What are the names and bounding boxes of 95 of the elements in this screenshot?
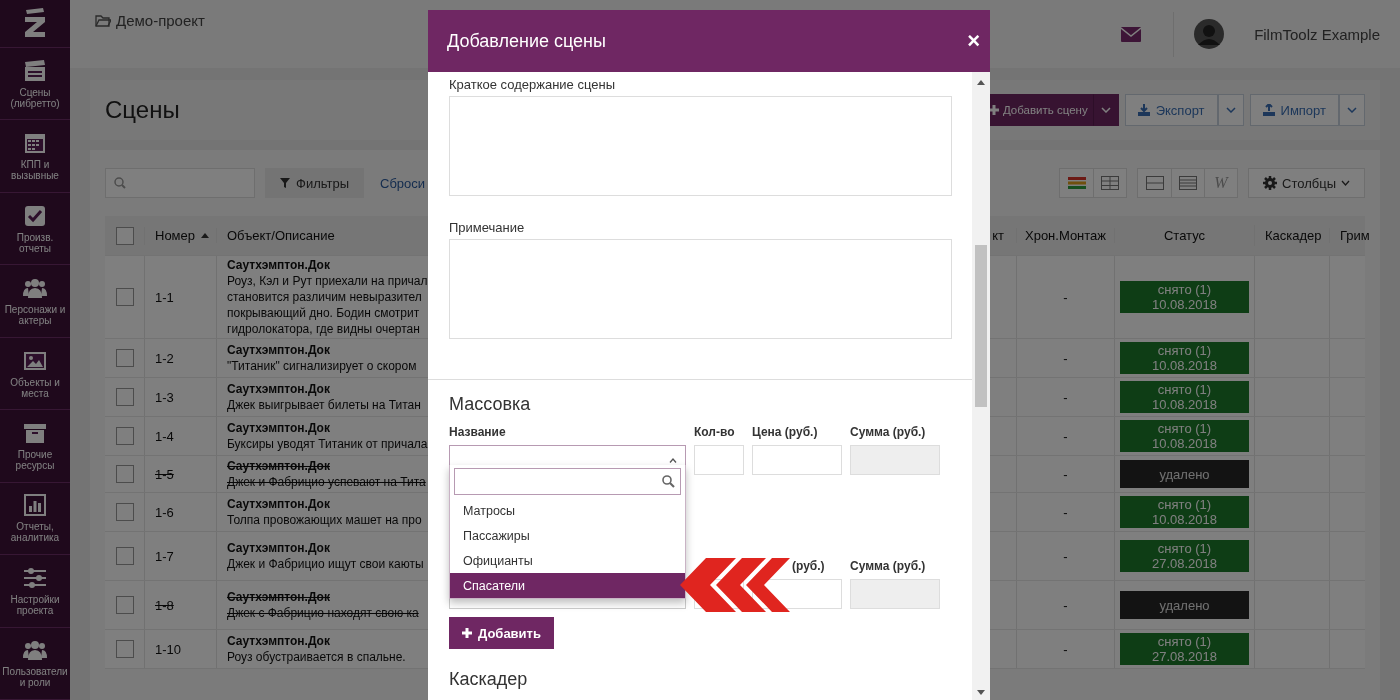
status-label: снято (1): [1157, 282, 1212, 297]
scene-description: Джек и Фабрицио ищут свои каюты: [227, 556, 424, 572]
place-name: Саутхэмптон.Док: [227, 540, 330, 556]
column-header[interactable]: Грим: [1340, 228, 1370, 243]
scene-description: Роуз обустраивается в спальне.: [227, 649, 406, 665]
scene-description: Толпа провожающих машет на про: [227, 512, 422, 528]
table-cell: -: [1063, 548, 1068, 564]
status-label: удалено: [1159, 466, 1210, 482]
table-cell: -: [1063, 389, 1068, 405]
status-date: 10.08.2018: [1151, 436, 1218, 451]
filter-button[interactable]: Фильтры: [265, 168, 364, 198]
place-name: Саутхэмптон.Док: [227, 342, 330, 358]
sidebar-label: Объекты и места: [9, 376, 61, 399]
sidebar-label: Сцены (либретто): [9, 86, 61, 109]
status-date: 27.08.2018: [1151, 649, 1218, 664]
column-header[interactable]: Статус: [1163, 228, 1206, 243]
status-date: 27.08.2018: [1151, 556, 1218, 571]
status-date: 10.08.2018: [1151, 397, 1218, 412]
add-button[interactable]: Добавить: [449, 617, 554, 649]
sidebar-label: Отчеты, аналитика: [9, 521, 61, 544]
place-name: Саутхэмптон.Док: [227, 381, 330, 397]
sidebar-label: Произв. отчеты: [15, 231, 55, 254]
field-label: Название: [449, 425, 507, 439]
status-label: снято (1): [1157, 343, 1212, 358]
table-cell: -: [1063, 504, 1068, 520]
field-label: Кол-во: [694, 425, 736, 439]
place-name: Саутхэмптон.Док: [227, 496, 330, 512]
field-label: Краткое содержание сцены: [449, 77, 616, 92]
sidebar-label: Пользователи и роли: [1, 666, 69, 689]
scene-description: Роуз, Кэл и Рут приехали на причал: [227, 273, 428, 289]
field-label: (руб.): [791, 559, 826, 573]
status-date: 10.08.2018: [1151, 512, 1218, 527]
sidebar-label: КПП и вызывные: [10, 159, 60, 182]
status-date: 10.08.2018: [1151, 358, 1218, 373]
scene-number: 1-8: [155, 597, 174, 613]
column-header[interactable]: Каскадер: [1265, 228, 1322, 243]
scene-description: покрывающий дно. Бодин смотрит: [227, 305, 420, 321]
table-cell: -: [1063, 597, 1068, 613]
field-label: Сумма (руб.): [850, 559, 927, 573]
reset-link[interactable]: Сброси: [380, 175, 426, 191]
place-name: Саутхэмптон.Док: [227, 589, 330, 605]
section-heading: Каскадер: [449, 669, 529, 690]
sidebar-label: Прочие ресурсы: [14, 448, 56, 471]
scene-number: 1-7: [155, 548, 174, 564]
sidebar-label: Настройки проекта: [9, 593, 61, 616]
scene-number: 1-2: [155, 350, 174, 366]
close-button[interactable]: ×: [967, 31, 980, 51]
scene-number: 1-5: [155, 466, 174, 482]
table-cell: -: [1063, 289, 1068, 305]
column-header[interactable]: Номер: [155, 228, 195, 243]
table-cell: -: [1063, 466, 1068, 482]
project-name[interactable]: Демо-проект: [116, 12, 205, 29]
dropdown-option[interactable]: Пассажиры: [450, 523, 685, 548]
status-label: снято (1): [1157, 421, 1212, 436]
status-label: снято (1): [1157, 497, 1212, 512]
status-label: снято (1): [1157, 634, 1212, 649]
column-header[interactable]: кт: [992, 228, 1004, 243]
scene-number: 1-4: [155, 428, 174, 444]
table-cell: -: [1063, 428, 1068, 444]
place-name: Саутхэмптон.Док: [227, 420, 330, 436]
status-label: снято (1): [1157, 382, 1212, 397]
export-button[interactable]: Экспорт: [1124, 94, 1218, 126]
status-date: 10.08.2018: [1151, 297, 1218, 312]
scene-description: гидролокатора, где видны очертан: [227, 321, 420, 337]
field-label: Примечание: [449, 220, 526, 235]
page-title: Сцены: [105, 96, 180, 124]
scene-description: Буксиры уводят Титаник от причала: [227, 436, 428, 452]
scene-number: 1-3: [155, 389, 174, 405]
user-name[interactable]: FilmToolz Example: [1254, 25, 1380, 43]
scene-description: Джек и Фабрицио успевают на Тита: [227, 474, 426, 490]
place-name: Саутхэмптон.Док: [227, 458, 330, 474]
modal-title: Добавление сцены: [447, 30, 606, 52]
table-cell: -: [1063, 641, 1068, 657]
scene-description: "Титаник" сигнализирует о скором: [227, 358, 417, 374]
place-name: Саутхэмптон.Док: [227, 257, 330, 273]
section-heading: Массовка: [449, 394, 532, 415]
columns-button[interactable]: Столбцы: [1248, 168, 1365, 198]
scene-number: 1-10: [155, 641, 182, 657]
place-name: Саутхэмптон.Док: [227, 633, 330, 649]
sidebar-label: Персонажи и актеры: [3, 304, 67, 327]
scene-number: 1-1: [155, 289, 174, 305]
table-cell: -: [1063, 350, 1068, 366]
status-label: снято (1): [1157, 541, 1212, 556]
scene-description: становится различим невыразител: [227, 289, 422, 305]
import-button[interactable]: Импорт: [1249, 94, 1339, 126]
dropdown-option[interactable]: Матросы: [450, 498, 685, 523]
column-header[interactable]: Объект/Описание: [227, 228, 335, 243]
column-header[interactable]: Хрон.Монтаж: [1025, 228, 1107, 243]
dropdown-option[interactable]: Спасатели: [450, 573, 685, 598]
status-label: удалено: [1159, 597, 1210, 613]
field-label: Цена (руб.): [752, 425, 819, 439]
scene-description: Джек выигрывает билеты на Титан: [227, 397, 421, 413]
field-label: Сумма (руб.): [850, 425, 927, 439]
scene-description: Джек с Фабрицио находят свою ка: [227, 605, 419, 621]
scene-number: 1-6: [155, 504, 174, 520]
